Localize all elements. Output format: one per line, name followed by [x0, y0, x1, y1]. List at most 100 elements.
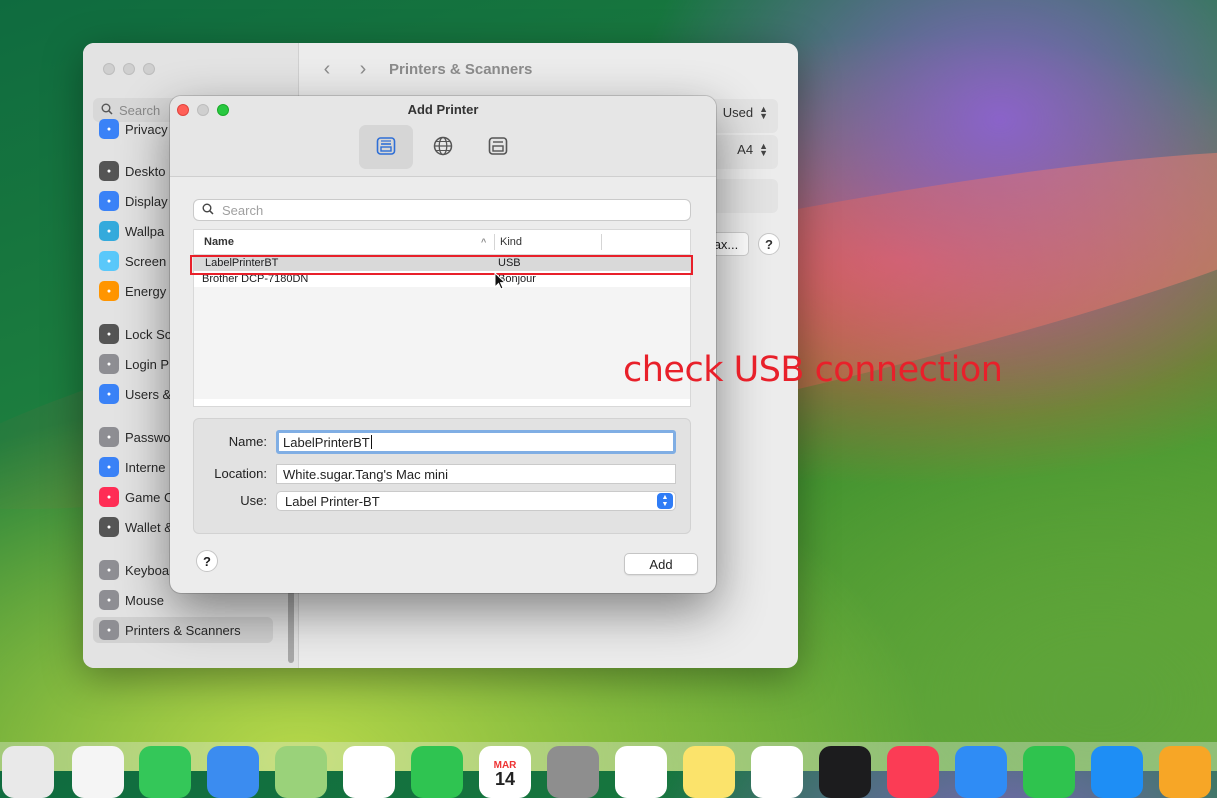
- printer-name-value: LabelPrinterBT: [283, 434, 370, 450]
- paper-size-popup[interactable]: A4 ▲ ▼: [737, 141, 768, 157]
- column-separator: [494, 234, 495, 250]
- numbers-icon[interactable]: [1023, 746, 1075, 798]
- printer-location-field[interactable]: White.sugar.Tang's Mac mini: [276, 464, 676, 484]
- empty-table-row: [194, 319, 690, 335]
- lock-icon: ●: [99, 324, 119, 344]
- notes-icon[interactable]: [683, 746, 735, 798]
- empty-table-row: [194, 367, 690, 383]
- energy-icon: ●: [99, 281, 119, 301]
- window-controls: [103, 63, 155, 75]
- use-label: Use:: [240, 493, 267, 508]
- default-printers-tab[interactable]: [359, 125, 413, 169]
- sidebar-scrollbar[interactable]: [288, 591, 294, 663]
- sidebar-item-label: Wallet &: [125, 519, 173, 535]
- messages-icon[interactable]: [139, 746, 191, 798]
- windows-printer-tab[interactable]: [471, 125, 525, 169]
- column-separator: [601, 234, 602, 250]
- page-title: Printers & Scanners: [389, 60, 533, 78]
- gamecenter-icon: ●: [99, 487, 119, 507]
- sun-icon: ●: [99, 191, 119, 211]
- name-label: Name:: [228, 434, 267, 449]
- sidebar-item-label: Deskto: [125, 163, 166, 179]
- table-header: Name ^ Kind: [194, 230, 690, 255]
- printer-icon: ●: [99, 620, 119, 640]
- sidebar-item[interactable]: ● Printers & Scanners: [93, 617, 273, 643]
- photos-icon[interactable]: [343, 746, 395, 798]
- select-updown-icon: ▲ ▼: [657, 493, 673, 509]
- forward-arrow-icon[interactable]: ›: [345, 58, 381, 81]
- printer-details-form: Name: LabelPrinterBT Location: White.sug…: [193, 418, 691, 534]
- freeform-icon[interactable]: [751, 746, 803, 798]
- app-store-icon[interactable]: [1091, 746, 1143, 798]
- globe-icon: [432, 135, 454, 160]
- dialog-toolbar: Add Printer: [170, 96, 716, 177]
- empty-table-row: [194, 287, 690, 303]
- calendar-icon[interactable]: MAR 14: [479, 746, 531, 798]
- printer-driver-value: Label Printer-BT: [285, 493, 380, 509]
- facetime-icon[interactable]: [411, 746, 463, 798]
- column-header-kind[interactable]: Kind: [500, 230, 522, 254]
- back-arrow-icon[interactable]: ‹: [309, 58, 345, 81]
- printer-name-field[interactable]: LabelPrinterBT: [276, 430, 676, 454]
- screensaver-icon: ●: [99, 251, 119, 271]
- default-paper-popup[interactable]: Used ▲ ▼: [722, 103, 768, 121]
- paper-size-value: A4: [737, 142, 754, 157]
- table-row[interactable]: LabelPrinterBT USB: [194, 255, 690, 271]
- users-icon: ●: [99, 384, 119, 404]
- column-header-name[interactable]: Name: [204, 230, 234, 254]
- default-paper-value: Used: [722, 105, 754, 120]
- sidebar-item-label: Passwo: [125, 429, 171, 445]
- printer-name-cell: Brother DCP-7180DN: [202, 273, 309, 285]
- printer-location-value: White.sugar.Tang's Mac mini: [283, 466, 449, 482]
- annotation-text: check USB connection: [623, 350, 1003, 390]
- ip-printer-tab[interactable]: [416, 125, 470, 169]
- printer-name-cell: LabelPrinterBT: [205, 257, 279, 269]
- printer-search-field[interactable]: Search: [193, 199, 691, 221]
- sidebar-item-label: Keyboa: [125, 562, 170, 578]
- empty-table-row: [194, 335, 690, 351]
- text-caret: [370, 435, 372, 449]
- sidebar-item-label: Users &: [125, 386, 172, 402]
- minimize-button[interactable]: [123, 63, 135, 75]
- sidebar-item-label: Energy: [125, 283, 167, 299]
- apple-tv-icon[interactable]: [819, 746, 871, 798]
- wallet-icon: ●: [99, 517, 119, 537]
- system-settings-icon[interactable]: [547, 746, 599, 798]
- sidebar-item-label: Mouse: [125, 592, 165, 608]
- dialog-title: Add Printer: [407, 102, 479, 117]
- login-icon: ●: [99, 354, 119, 374]
- updown-icon: ▲ ▼: [759, 103, 768, 121]
- location-label: Location:: [214, 466, 267, 481]
- search-icon: [202, 203, 214, 218]
- safari-icon[interactable]: [72, 746, 124, 798]
- sidebar-item-label: Game C: [125, 489, 174, 505]
- reminders-icon[interactable]: [615, 746, 667, 798]
- sidebar-item-label: Wallpa: [125, 223, 165, 239]
- mail-icon[interactable]: [207, 746, 259, 798]
- launchpad-icon[interactable]: [2, 746, 54, 798]
- printer-list-table: Name ^ Kind LabelPrinterBT USB Brother DCP…: [193, 229, 691, 407]
- add-printer-dialog: Add Printer Search Name ^ Kind LabelPrin…: [170, 96, 716, 593]
- printer-driver-select[interactable]: Label Printer-BT ▲ ▼: [276, 491, 676, 511]
- add-button[interactable]: Add: [624, 553, 698, 575]
- main-toolbar: ‹ › Printers & Scanners: [299, 43, 798, 95]
- calendar-day: 14: [494, 769, 516, 789]
- desktop-icon: ●: [99, 161, 119, 181]
- dialog-help-button[interactable]: ?: [196, 550, 218, 572]
- maps-icon[interactable]: [275, 746, 327, 798]
- wallpaper-icon: ●: [99, 221, 119, 241]
- empty-table-row: [194, 351, 690, 367]
- settings-help-button[interactable]: ?: [758, 233, 780, 255]
- pages-icon[interactable]: [1159, 746, 1211, 798]
- empty-table-row: [194, 383, 690, 399]
- table-row[interactable]: Brother DCP-7180DN Bonjour: [194, 271, 690, 287]
- close-button[interactable]: [103, 63, 115, 75]
- zoom-button[interactable]: [143, 63, 155, 75]
- sidebar-item-label: Interne: [125, 459, 166, 475]
- mouse-pointer-icon: [494, 271, 507, 293]
- music-icon[interactable]: [887, 746, 939, 798]
- hand-icon: ●: [99, 119, 119, 139]
- empty-table-row: [194, 303, 690, 319]
- keyboard-icon: ●: [99, 560, 119, 580]
- keynote-icon[interactable]: [955, 746, 1007, 798]
